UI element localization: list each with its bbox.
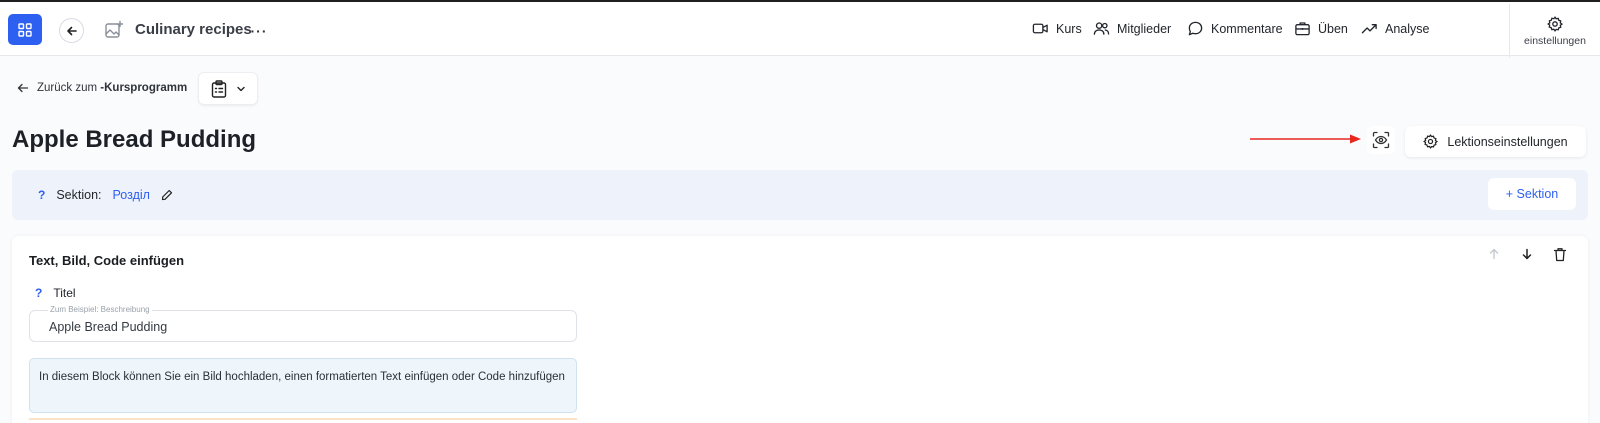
nav-label: Kommentare — [1211, 21, 1283, 36]
comment-icon — [1188, 21, 1203, 36]
nav-label: Üben — [1318, 21, 1348, 36]
section-label: Sektion: — [56, 188, 102, 202]
block-actions — [1486, 246, 1568, 262]
briefcase-icon — [1295, 22, 1310, 36]
section-info: ? Sektion: Розділ — [38, 188, 173, 202]
video-icon — [1032, 23, 1048, 34]
image-add-icon — [105, 20, 124, 38]
delete-button[interactable] — [1552, 246, 1568, 262]
preview-button[interactable] — [1367, 126, 1395, 154]
trash-icon — [1553, 247, 1567, 261]
settings-label: einstellungen — [1524, 34, 1586, 47]
help-icon[interactable]: ? — [38, 188, 45, 202]
nav-label: Kurs — [1056, 21, 1082, 36]
move-down-button[interactable] — [1519, 246, 1535, 262]
nav-label: Analyse — [1385, 21, 1430, 36]
pencil-icon[interactable] — [161, 189, 173, 201]
top-header: Culinary recipes ··· Kurs Mitglieder Kom… — [0, 2, 1600, 58]
help-icon[interactable]: ? — [35, 286, 42, 300]
info-box: In diesem Block können Sie ein Bild hoch… — [29, 358, 577, 413]
course-title: Culinary recipes — [135, 21, 252, 38]
breadcrumb-text: Zurück zum -Kursprogramm — [37, 82, 188, 94]
gear-icon — [1547, 15, 1563, 32]
eye-scan-icon — [1372, 131, 1390, 149]
nav-item-kommentare[interactable]: Kommentare — [1187, 20, 1283, 37]
title-input-value: Apple Bread Pudding — [49, 320, 168, 334]
trend-icon — [1361, 24, 1377, 34]
title-input-placeholder: Zum Beispiel: Beschreibung — [48, 305, 152, 314]
title-field-label: ? Titel — [35, 286, 76, 300]
title-input[interactable]: Zum Beispiel: Beschreibung Apple Bread P… — [29, 305, 577, 342]
more-options-button[interactable]: ··· — [248, 21, 270, 41]
apps-menu-button[interactable] — [8, 14, 42, 45]
arrow-left-icon — [66, 26, 77, 35]
users-icon — [1093, 22, 1110, 35]
annotation-arrow — [1250, 134, 1361, 144]
block-title: Text, Bild, Code einfügen — [29, 253, 185, 268]
lesson-settings-button[interactable]: Lektionseinstellungen — [1405, 126, 1586, 157]
next-element-edge — [29, 418, 577, 423]
section-bar: ? Sektion: Розділ + Sektion — [12, 170, 1588, 220]
chevron-down-icon — [236, 86, 245, 91]
program-dropdown-button[interactable] — [198, 72, 258, 105]
back-button[interactable] — [59, 18, 84, 43]
page-title: Apple Bread Pudding — [12, 126, 257, 153]
settings-button[interactable]: einstellungen — [1509, 4, 1600, 58]
arrow-down-icon — [1522, 248, 1532, 260]
arrow-up-icon — [1489, 248, 1499, 260]
clipboard-list-icon — [211, 79, 226, 98]
add-section-button[interactable]: + Sektion — [1488, 178, 1576, 210]
move-up-button[interactable] — [1486, 246, 1502, 262]
nav-item-mitglieder[interactable]: Mitglieder — [1093, 20, 1171, 37]
content-block-card: Text, Bild, Code einfügen ? Titel Zum Be… — [12, 236, 1588, 423]
nav-item-analyse[interactable]: Analyse — [1361, 20, 1429, 37]
gear-icon — [1423, 134, 1439, 149]
arrow-left-icon — [17, 83, 29, 93]
nav-label: Mitglieder — [1117, 21, 1172, 36]
lesson-settings-label: Lektionseinstellungen — [1447, 134, 1568, 149]
nav-item-ueben[interactable]: Üben — [1294, 20, 1348, 37]
section-name[interactable]: Розділ — [113, 188, 150, 202]
breadcrumb-back-link[interactable]: Zurück zum -Kursprogramm — [17, 82, 187, 94]
grid-icon — [18, 22, 32, 37]
title-label: Titel — [53, 286, 76, 300]
more-horizontal-icon: ··· — [250, 23, 268, 39]
nav-item-kurs[interactable]: Kurs — [1032, 20, 1082, 37]
